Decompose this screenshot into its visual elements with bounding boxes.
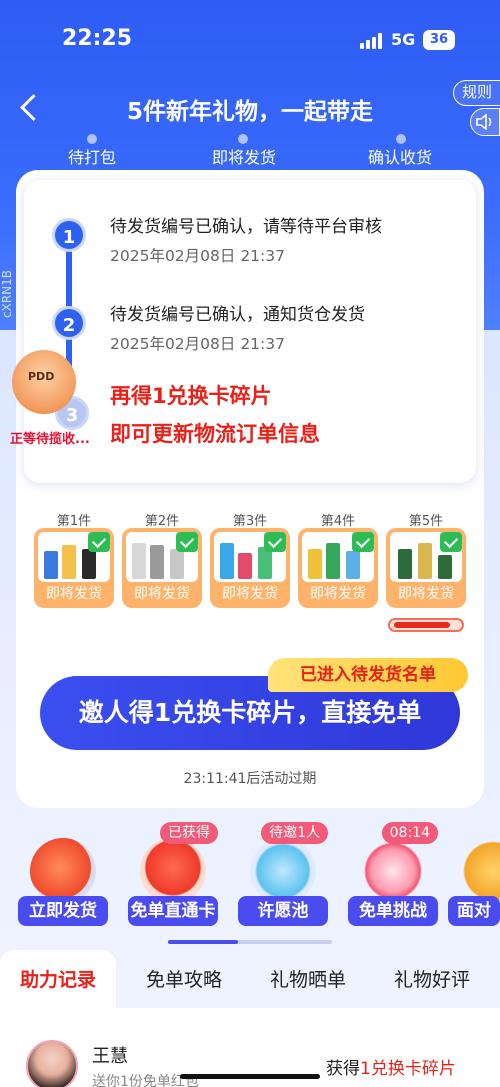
gift-card-4[interactable]: 即将发货 — [298, 528, 378, 608]
tab-gift-reviews[interactable]: 礼物好评 — [394, 950, 470, 1010]
fountain-icon — [250, 838, 316, 904]
gift-card-5[interactable]: 即将发货 — [386, 528, 466, 608]
sound-toggle-button[interactable] — [470, 108, 500, 136]
tab-gift-showcase[interactable]: 礼物晒单 — [270, 950, 346, 1010]
gift-status: 即将发货 — [46, 586, 102, 602]
feature-challenge[interactable]: 免单挑战 08:14 — [348, 822, 438, 926]
alarm-clock-icon — [360, 838, 426, 904]
check-icon — [264, 532, 286, 552]
tracking-step-1: 1 — [52, 218, 86, 252]
record-reward: 获得1兑换卡碎片 — [326, 1054, 456, 1079]
status-time: 22:25 — [62, 26, 133, 51]
gift-title-2: 第2件 — [144, 514, 180, 529]
progress-dot — [396, 134, 406, 144]
ticket-icon — [140, 838, 206, 904]
check-icon — [88, 532, 110, 552]
speaker-icon — [476, 114, 492, 130]
gift-title-1: 第1件 — [56, 514, 92, 529]
network-type: 5G — [391, 30, 416, 49]
progress-dot — [87, 134, 97, 144]
reward-highlight: 1兑换卡碎片 — [360, 1059, 456, 1079]
feature-label: 许愿池 — [238, 896, 328, 926]
tracking-step-2: 2 — [52, 306, 86, 340]
tracking-tip-line2: 即可更新物流订单信息 — [110, 422, 320, 446]
courier-status: 正等待揽收... — [10, 432, 90, 447]
tracking-time-2: 2025年02月08日 21:37 — [110, 335, 285, 353]
gift-title-3: 第3件 — [232, 514, 268, 529]
feature-scroll-indicator — [168, 940, 332, 944]
gift-status: 即将发货 — [398, 586, 454, 602]
tracking-tip-line1: 再得1兑换卡碎片 — [110, 384, 272, 408]
gift-card-1[interactable]: 即将发货 — [34, 528, 114, 608]
progress-dot — [238, 134, 248, 144]
page-title: 5件新年礼物，一起带走 — [126, 99, 373, 125]
cta-status-badge: 已进入待发货名单 — [268, 658, 468, 692]
tab-bar: 助力记录 免单攻略 礼物晒单 礼物好评 — [0, 950, 500, 1010]
battery-icon: 36 — [423, 30, 455, 50]
feature-badge: 已获得 — [160, 822, 218, 844]
check-icon — [440, 532, 462, 552]
feature-more[interactable]: 面对 — [448, 838, 500, 926]
gift-title-5: 第5件 — [408, 514, 444, 529]
record-user-name: 王慧 — [92, 1046, 128, 1067]
feature-badge: 待邀1人 — [261, 822, 328, 844]
signal-icon — [360, 33, 384, 49]
progress-step-ship: 即将发货 — [212, 148, 277, 167]
tab-free-guide[interactable]: 免单攻略 — [146, 950, 222, 1010]
feature-wishing-pool[interactable]: 许愿池 待邀1人 — [238, 822, 328, 926]
tracking-text-1: 待发货编号已确认，请等待平台审核 — [110, 217, 382, 237]
gift-status: 即将发货 — [134, 586, 190, 602]
gift-title-4: 第4件 — [320, 514, 356, 529]
gift-status: 即将发货 — [310, 586, 366, 602]
tab-help-records[interactable]: 助力记录 — [0, 950, 117, 1010]
feature-badge: 08:14 — [381, 822, 438, 844]
tracking-text-2: 待发货编号已确认，通知货仓发货 — [110, 305, 365, 325]
feature-ship-now[interactable]: 立即发货 — [18, 838, 108, 926]
gift-box-icon — [460, 838, 500, 904]
avatar — [26, 1040, 78, 1087]
check-icon — [352, 532, 374, 552]
feature-free-pass[interactable]: 免单直通卡 已获得 — [128, 822, 218, 926]
feature-label: 免单挑战 — [348, 896, 438, 926]
home-indicator — [180, 1074, 320, 1079]
tracking-time-1: 2025年02月08日 21:37 — [110, 247, 285, 265]
check-icon — [176, 532, 198, 552]
progress-step-receive: 确认收货 — [368, 148, 433, 167]
feature-label: 立即发货 — [18, 896, 108, 926]
order-progress: 待打包 即将发货 确认收货 — [0, 134, 500, 174]
rules-button[interactable]: 规则 — [453, 80, 500, 106]
courier-avatar — [12, 350, 76, 414]
gift-status: 即将发货 — [222, 586, 278, 602]
truck-icon — [30, 838, 96, 904]
gift-card-2[interactable]: 即将发货 — [122, 528, 202, 608]
progress-step-pack: 待打包 — [68, 148, 117, 167]
countdown-text: 23:11:41后活动过期 — [183, 771, 317, 787]
gift-scroll-indicator — [388, 618, 464, 632]
feature-label: 免单直通卡 — [128, 896, 218, 926]
status-bar: 22:25 5G 36 — [0, 0, 500, 78]
feature-label: 面对 — [448, 896, 500, 926]
gift-card-3[interactable]: 即将发货 — [210, 528, 290, 608]
reward-prefix: 获得 — [326, 1059, 360, 1079]
